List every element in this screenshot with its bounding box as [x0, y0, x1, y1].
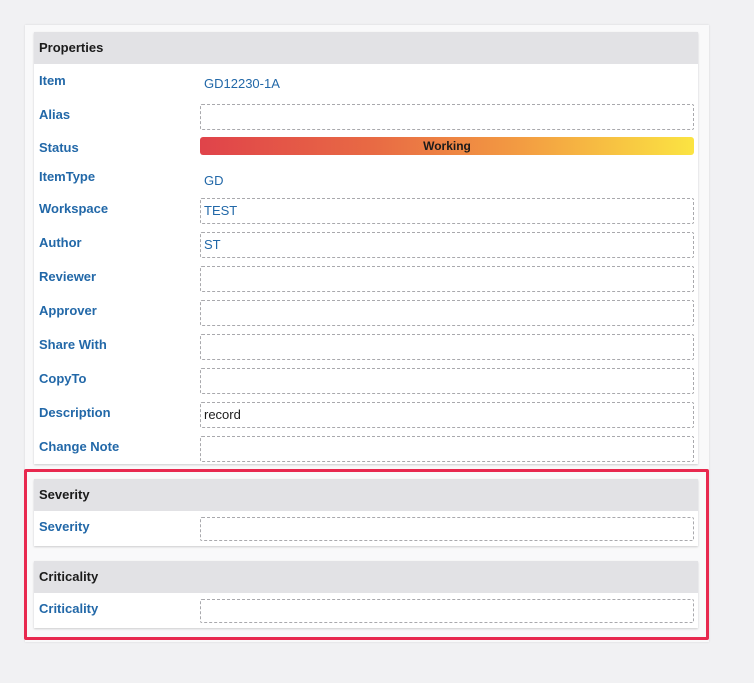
copy-to-row: CopyTo — [34, 368, 698, 394]
reviewer-label: Reviewer — [39, 269, 97, 284]
share-with-row: Share With — [34, 334, 698, 360]
author-row: Author ST — [34, 232, 698, 258]
workspace-label: Workspace — [39, 201, 109, 216]
reviewer-field[interactable] — [200, 266, 694, 292]
status-label: Status — [39, 140, 79, 155]
properties-panel: Properties Item GD12230-1A Alias Status … — [34, 32, 698, 464]
change-note-row: Change Note — [34, 436, 698, 462]
workspace-row: Workspace TEST — [34, 198, 698, 224]
change-note-label: Change Note — [39, 439, 120, 454]
author-label: Author — [39, 235, 82, 250]
criticality-row: Criticality — [34, 599, 698, 625]
copy-to-field[interactable] — [200, 368, 694, 394]
severity-label: Severity — [39, 519, 90, 534]
alias-row: Alias — [34, 104, 698, 130]
severity-row: Severity — [34, 517, 698, 543]
status-row: Status Working — [34, 137, 698, 163]
alias-label: Alias — [39, 107, 71, 122]
description-row: Description record — [34, 402, 698, 428]
criticality-field[interactable] — [200, 599, 694, 623]
item-value: GD12230-1A — [204, 76, 280, 91]
author-field[interactable]: ST — [200, 232, 694, 258]
approver-row: Approver — [34, 300, 698, 326]
severity-field[interactable] — [200, 517, 694, 541]
criticality-header: Criticality — [34, 561, 698, 593]
copy-to-label: CopyTo — [39, 371, 87, 386]
approver-field[interactable] — [200, 300, 694, 326]
approver-label: Approver — [39, 303, 97, 318]
criticality-label: Criticality — [39, 601, 99, 616]
share-with-field[interactable] — [200, 334, 694, 360]
severity-panel: Severity Severity — [34, 479, 698, 546]
change-note-field[interactable] — [200, 436, 694, 462]
workspace-field[interactable]: TEST — [200, 198, 694, 224]
description-field[interactable]: record — [200, 402, 694, 428]
properties-header: Properties — [34, 32, 698, 64]
description-label: Description — [39, 405, 111, 420]
item-row: Item GD12230-1A — [34, 70, 698, 96]
itemtype-row: ItemType GD — [34, 166, 698, 192]
severity-header: Severity — [34, 479, 698, 511]
itemtype-label: ItemType — [39, 169, 96, 184]
alias-field[interactable] — [200, 104, 694, 130]
item-label: Item — [39, 73, 66, 88]
criticality-panel: Criticality Criticality — [34, 561, 698, 628]
status-bar: Working — [200, 137, 694, 155]
itemtype-value: GD — [204, 173, 224, 188]
reviewer-row: Reviewer — [34, 266, 698, 292]
share-with-label: Share With — [39, 337, 107, 352]
